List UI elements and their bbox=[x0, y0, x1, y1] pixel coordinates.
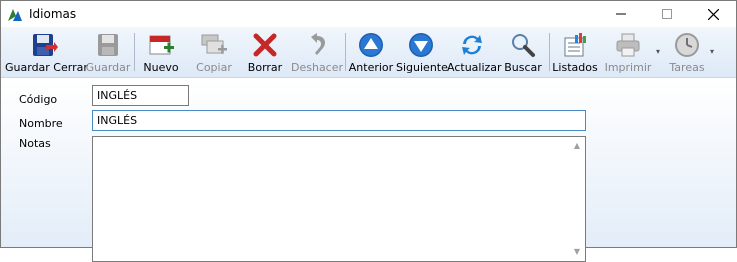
scroll-up-icon[interactable]: ▲ bbox=[569, 139, 585, 153]
nombre-label: Nombre bbox=[19, 117, 63, 130]
search-icon bbox=[512, 34, 535, 57]
close-icon bbox=[707, 8, 719, 20]
printer-icon bbox=[616, 33, 640, 57]
save-close-button[interactable]: Guardar Cerrar bbox=[5, 29, 88, 77]
save-close-label: Guardar Cerrar bbox=[5, 61, 88, 74]
print-button[interactable]: Imprimir bbox=[603, 29, 653, 77]
close-button[interactable] bbox=[690, 1, 736, 27]
notas-container: ▲ ▼ bbox=[92, 136, 586, 262]
title-bar: Idiomas bbox=[1, 1, 736, 27]
arrow-up-icon bbox=[359, 33, 383, 57]
window-title: Idiomas bbox=[29, 7, 77, 21]
idiomas-window: Idiomas Guardar Cerrar Guardar Nuevo Cop… bbox=[0, 0, 737, 262]
notas-textarea[interactable] bbox=[92, 136, 586, 262]
copy-button[interactable]: Copiar bbox=[191, 29, 237, 77]
reports-icon bbox=[564, 33, 586, 57]
tasks-button[interactable]: Tareas bbox=[665, 29, 709, 77]
maximize-button[interactable] bbox=[644, 1, 690, 27]
print-dropdown-arrow[interactable]: ▾ bbox=[656, 47, 660, 56]
refresh-icon bbox=[462, 35, 482, 55]
app-logo-icon bbox=[8, 9, 22, 21]
scroll-down-icon[interactable]: ▼ bbox=[569, 245, 585, 259]
save-button[interactable]: Guardar bbox=[85, 29, 131, 77]
undo-label: Deshacer bbox=[291, 61, 344, 74]
previous-label: Anterior bbox=[348, 61, 394, 74]
print-label: Imprimir bbox=[604, 61, 652, 74]
undo-icon bbox=[311, 33, 325, 55]
minimize-icon bbox=[616, 13, 626, 15]
copy-label: Copiar bbox=[196, 61, 232, 74]
reports-label: Listados bbox=[552, 61, 598, 74]
nombre-field[interactable] bbox=[92, 110, 586, 131]
refresh-button[interactable]: Actualizar bbox=[447, 29, 502, 77]
window-controls bbox=[598, 1, 736, 27]
save-close-icon bbox=[33, 34, 58, 56]
save-icon bbox=[98, 34, 118, 56]
toolbar-separator bbox=[549, 33, 550, 71]
codigo-field[interactable] bbox=[92, 85, 189, 106]
new-label: Nuevo bbox=[143, 61, 179, 74]
previous-button[interactable]: Anterior bbox=[348, 29, 394, 77]
delete-button[interactable]: Borrar bbox=[244, 29, 286, 77]
tasks-label: Tareas bbox=[669, 61, 705, 74]
copy-icon bbox=[201, 34, 227, 54]
maximize-icon bbox=[662, 9, 672, 19]
toolbar-separator bbox=[345, 33, 346, 71]
delete-icon bbox=[253, 33, 277, 57]
tasks-dropdown-arrow[interactable]: ▾ bbox=[710, 47, 714, 56]
search-button[interactable]: Buscar bbox=[501, 29, 545, 77]
toolbar: Guardar Cerrar Guardar Nuevo Copiar Borr… bbox=[1, 27, 736, 78]
minimize-button[interactable] bbox=[598, 1, 644, 27]
undo-button[interactable]: Deshacer bbox=[291, 29, 343, 77]
save-label: Guardar bbox=[85, 61, 131, 74]
new-icon bbox=[149, 35, 174, 55]
codigo-label: Código bbox=[19, 93, 58, 106]
toolbar-separator bbox=[134, 33, 135, 71]
clock-icon bbox=[675, 33, 699, 57]
reports-button[interactable]: Listados bbox=[551, 29, 599, 77]
form-panel: Código Nombre Notas ▲ ▼ bbox=[1, 79, 736, 262]
search-label: Buscar bbox=[504, 61, 542, 74]
notas-scrollbar[interactable]: ▲ ▼ bbox=[569, 137, 585, 261]
notas-label: Notas bbox=[19, 137, 51, 150]
next-button[interactable]: Siguiente bbox=[396, 29, 448, 77]
next-label: Siguiente bbox=[396, 61, 448, 74]
refresh-label: Actualizar bbox=[447, 61, 502, 74]
new-button[interactable]: Nuevo bbox=[139, 29, 183, 77]
delete-label: Borrar bbox=[247, 61, 283, 74]
arrow-down-icon bbox=[409, 33, 433, 57]
